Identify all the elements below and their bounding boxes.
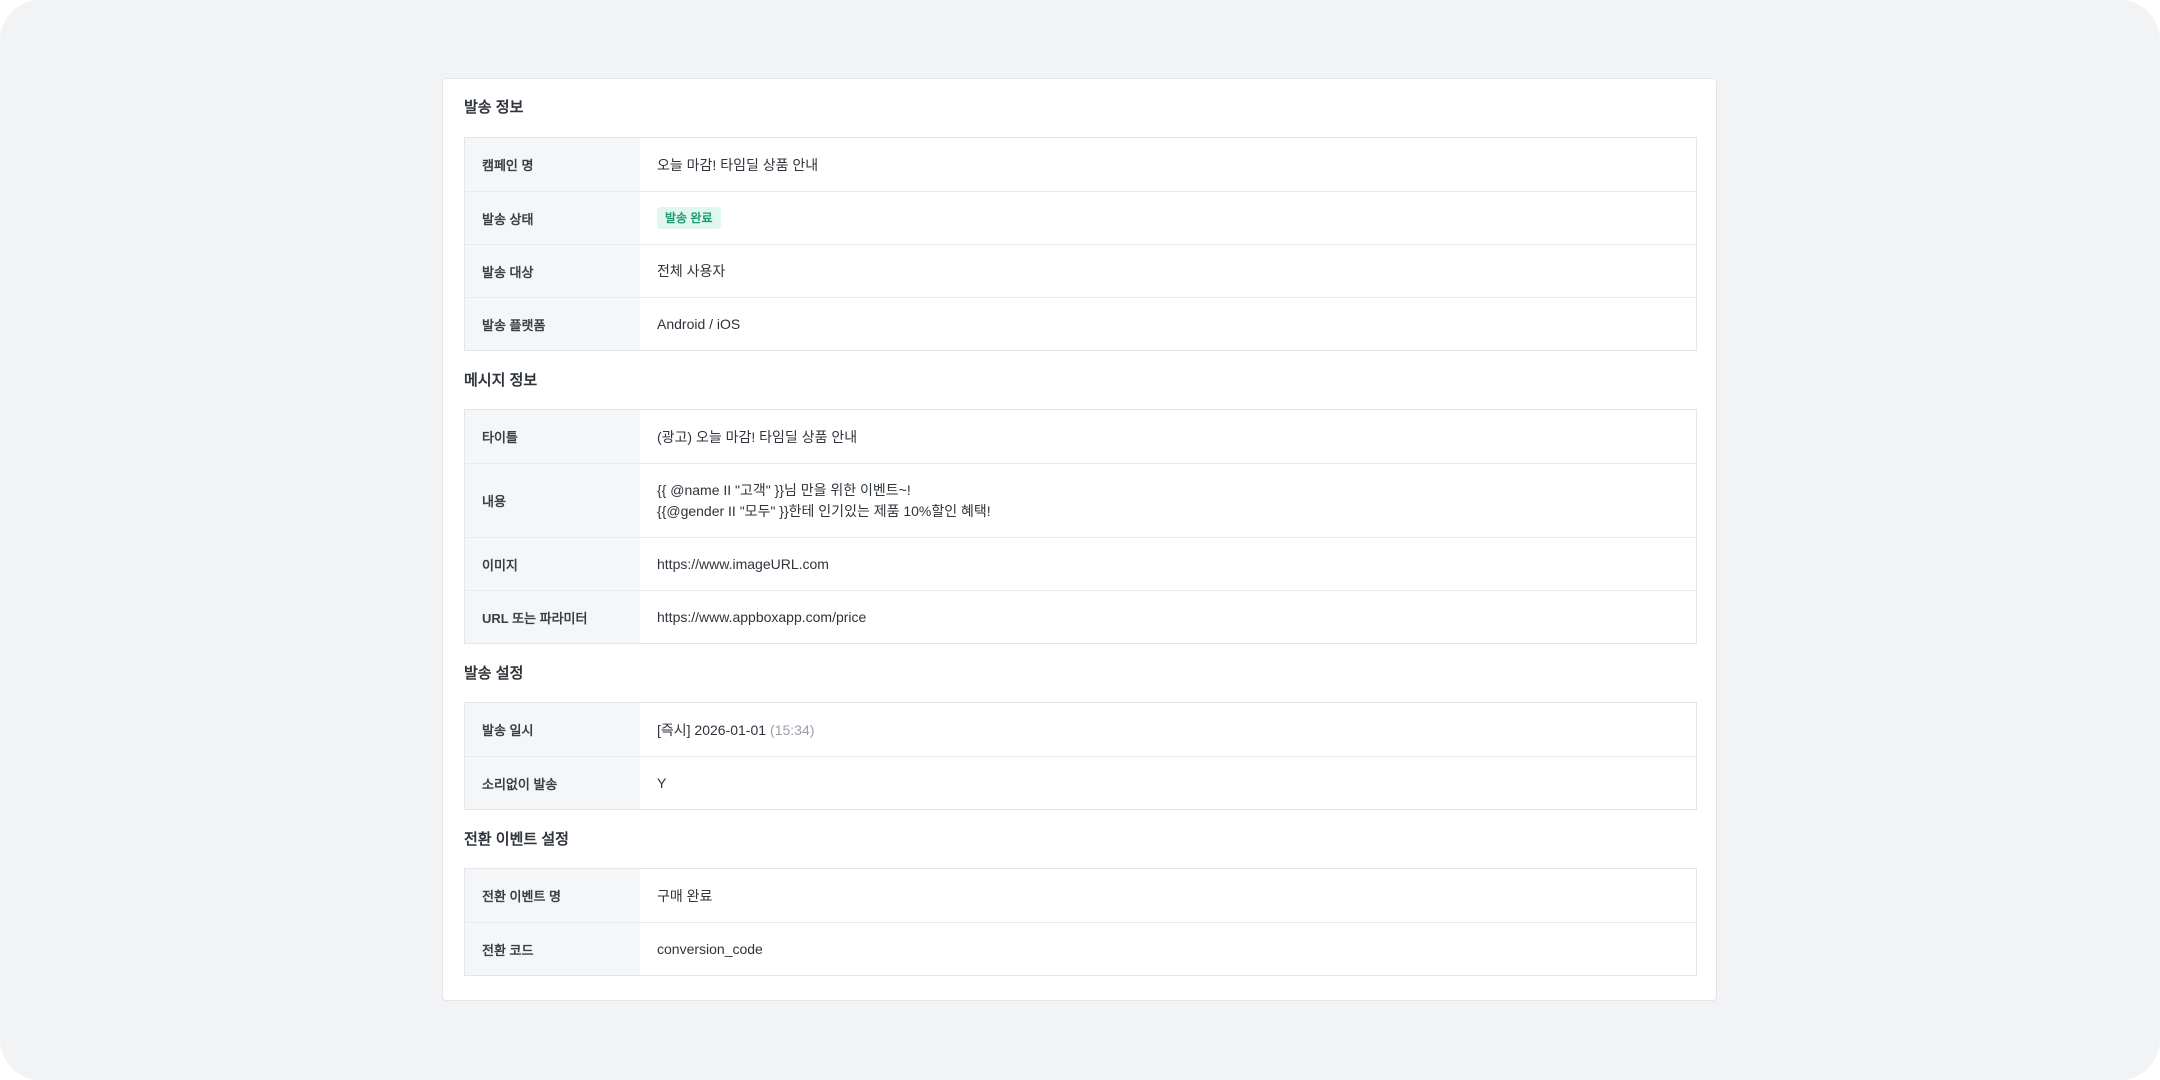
table-row: URL 또는 파라미터 https://www.appboxapp.com/pr…	[465, 590, 1696, 643]
image-url-value: https://www.imageURL.com	[657, 556, 829, 572]
row-label: URL 또는 파라미터	[465, 591, 640, 643]
message-content-line: {{@gender II "모두" }}한테 인기있는 제품 10%할인 혜택!	[657, 502, 991, 519]
status-badge: 발송 완료	[657, 207, 721, 229]
table-row: 발송 일시 [즉시] 2026-01-01 (15:34)	[465, 703, 1696, 756]
message-title-value: (광고) 오늘 마감! 타임딜 상품 안내	[657, 428, 858, 445]
row-label: 내용	[465, 464, 640, 537]
row-label: 타이틀	[465, 410, 640, 463]
table-row: 발송 상태 발송 완료	[465, 191, 1696, 244]
send-target-value: 전체 사용자	[657, 263, 726, 279]
campaign-detail-card: 발송 정보 캠페인 명 오늘 마감! 타임딜 상품 안내 발송 상태 발송 완료…	[442, 78, 1717, 1001]
section-title-message-info: 메시지 정보	[464, 372, 538, 389]
message-info-table: 타이틀 (광고) 오늘 마감! 타임딜 상품 안내 내용 {{ @name II…	[464, 409, 1697, 644]
row-label: 전환 코드	[465, 923, 640, 975]
send-platform-value: Android / iOS	[657, 316, 741, 332]
section-title-conversion-settings: 전환 이벤트 설정	[464, 831, 569, 848]
table-row: 소리없이 발송 Y	[465, 756, 1696, 809]
send-date-text: [즉시] 2026-01-01	[657, 721, 767, 738]
send-datetime-value: [즉시] 2026-01-01 (15:34)	[640, 703, 1696, 756]
silent-send-value: Y	[657, 775, 667, 791]
row-label: 발송 대상	[465, 245, 640, 297]
message-content-line: {{ @name II "고객" }}님 만을 위한 이벤트~!	[657, 481, 911, 498]
table-row: 전환 코드 conversion_code	[465, 922, 1696, 975]
send-status-value: 발송 완료	[640, 192, 1696, 244]
send-settings-table: 발송 일시 [즉시] 2026-01-01 (15:34) 소리없이 발송 Y	[464, 702, 1697, 810]
section-title-send-settings: 발송 설정	[464, 665, 524, 682]
row-label: 발송 일시	[465, 703, 640, 756]
table-row: 발송 플랫폼 Android / iOS	[465, 297, 1696, 350]
url-parameter-value: https://www.appboxapp.com/price	[657, 609, 867, 625]
send-time-text: (15:34)	[770, 721, 815, 738]
row-label: 발송 플랫폼	[465, 298, 640, 350]
table-row: 이미지 https://www.imageURL.com	[465, 537, 1696, 590]
app-background: 발송 정보 캠페인 명 오늘 마감! 타임딜 상품 안내 발송 상태 발송 완료…	[0, 0, 2160, 1080]
row-label: 이미지	[465, 538, 640, 590]
row-label: 소리없이 발송	[465, 757, 640, 809]
section-title-send-info: 발송 정보	[464, 99, 524, 116]
row-label: 캠페인 명	[465, 138, 640, 191]
table-row: 내용 {{ @name II "고객" }}님 만을 위한 이벤트~! {{@g…	[465, 463, 1696, 537]
send-info-table: 캠페인 명 오늘 마감! 타임딜 상품 안내 발송 상태 발송 완료 발송 대상…	[464, 137, 1697, 351]
conversion-code-value: conversion_code	[657, 941, 763, 957]
conversion-event-name-value: 구매 완료	[657, 887, 713, 904]
message-content-value: {{ @name II "고객" }}님 만을 위한 이벤트~! {{@gend…	[640, 464, 1696, 537]
table-row: 전환 이벤트 명 구매 완료	[465, 869, 1696, 922]
row-label: 전환 이벤트 명	[465, 869, 640, 922]
table-row: 발송 대상 전체 사용자	[465, 244, 1696, 297]
campaign-name-value: 오늘 마감! 타임딜 상품 안내	[657, 156, 819, 173]
conversion-settings-table: 전환 이벤트 명 구매 완료 전환 코드 conversion_code	[464, 868, 1697, 976]
row-label: 발송 상태	[465, 192, 640, 244]
table-row: 타이틀 (광고) 오늘 마감! 타임딜 상품 안내	[465, 410, 1696, 463]
table-row: 캠페인 명 오늘 마감! 타임딜 상품 안내	[465, 138, 1696, 191]
